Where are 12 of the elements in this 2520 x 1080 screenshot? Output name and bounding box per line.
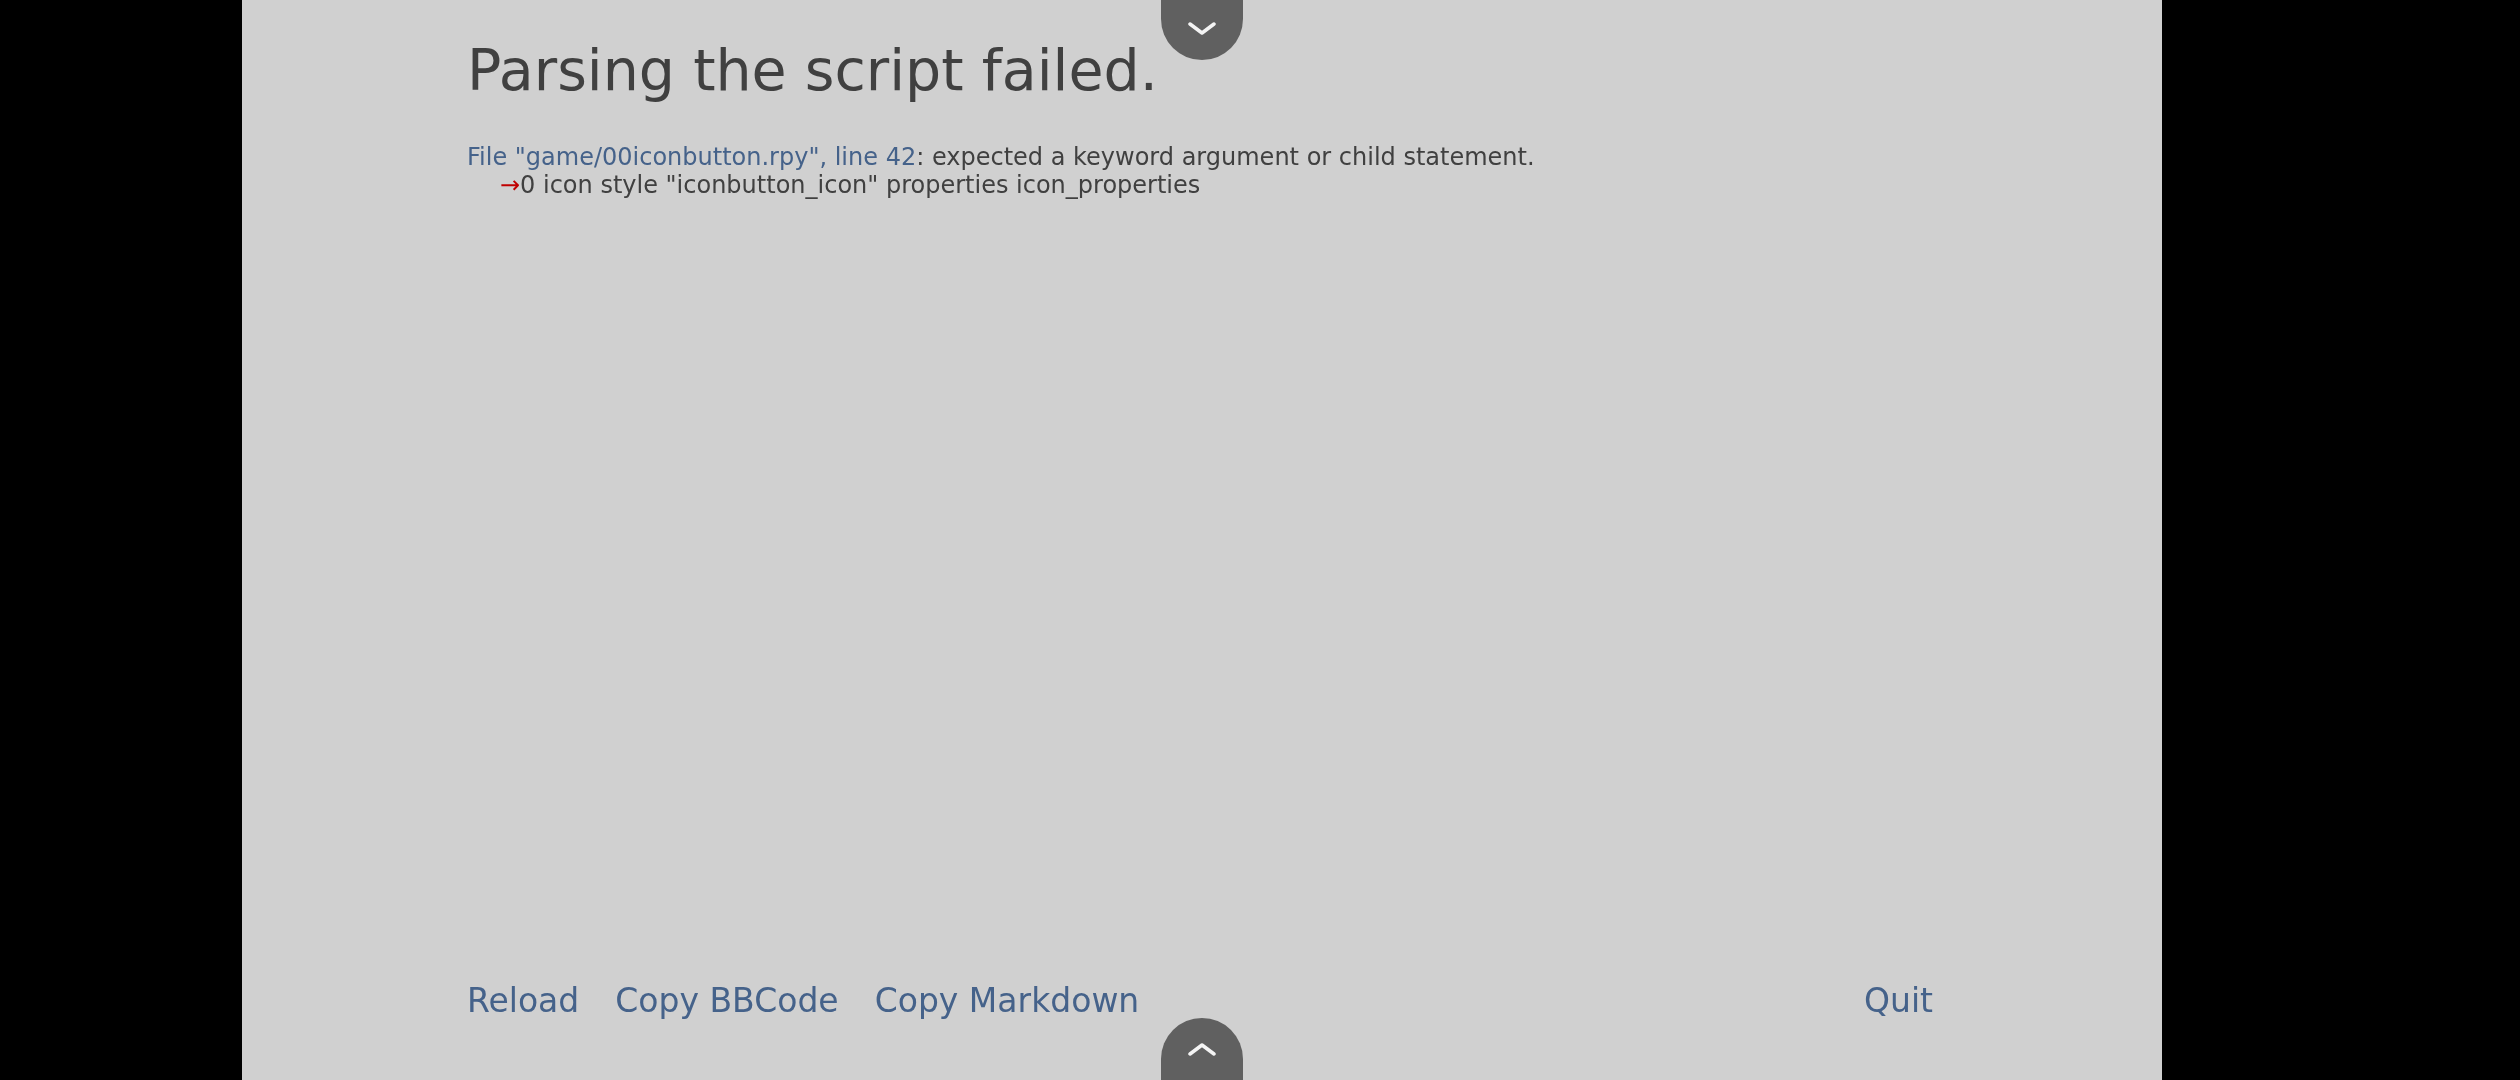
bottom-tab-button[interactable] bbox=[1161, 1018, 1243, 1080]
action-button[interactable]: Copy BBCode bbox=[615, 981, 839, 1020]
code-line: →0 icon style "iconbutton_icon" properties icon_properties bbox=[500, 171, 1201, 200]
top-tab-button[interactable] bbox=[1161, 0, 1243, 60]
quit-button[interactable]: Quit bbox=[1864, 981, 1933, 1020]
error-title: Parsing the script failed. bbox=[467, 37, 1158, 104]
action-button[interactable]: Reload bbox=[467, 981, 580, 1020]
action-button[interactable]: Copy Markdown bbox=[874, 981, 1140, 1020]
error-message: File "game/00iconbutton.rpy", line 42: expected a keyword argument or child statement. bbox=[467, 143, 1535, 172]
chevron-down-icon bbox=[1188, 22, 1216, 36]
chevron-up-icon bbox=[1188, 1042, 1216, 1056]
file-link[interactable]: File "game/00iconbutton.rpy", line 42 bbox=[467, 143, 917, 172]
